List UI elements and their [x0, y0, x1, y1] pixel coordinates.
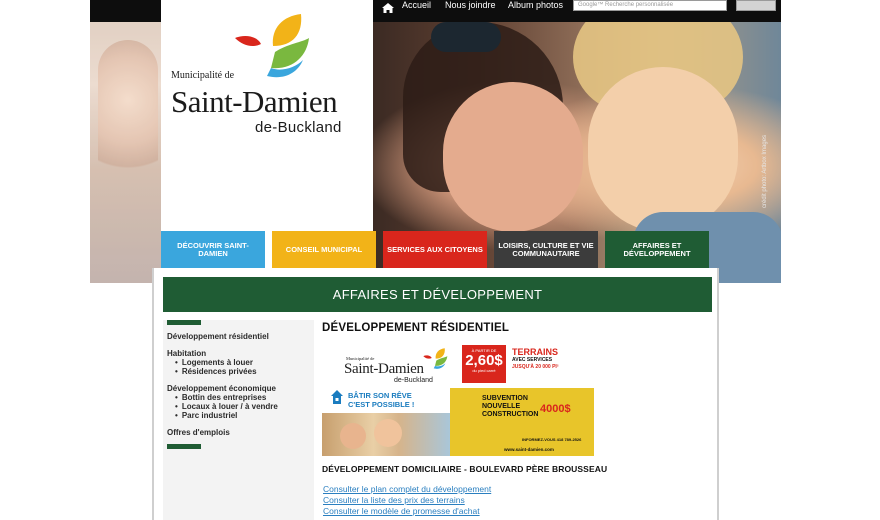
nav-tile-affaires[interactable]: AFFAIRES ET DÉVELOPPEMENT	[605, 231, 709, 268]
sidebar-item-bottin[interactable]: Bottin des entreprises	[175, 393, 266, 402]
sidebar-item-developpement-residentiel[interactable]: Développement résidentiel	[167, 332, 269, 341]
sidebar-item-offres-emplois[interactable]: Offres d'emplois	[167, 428, 230, 437]
house-icon	[331, 390, 343, 404]
sidebar: Développement résidentiel Habitation Log…	[163, 320, 314, 520]
promo-price-badge: À PARTIR DE 2,60$ du pied carré	[462, 345, 506, 383]
promo-subvention-label: SUBVENTION	[482, 395, 528, 402]
search-placeholder: Recherche personnalisée	[605, 2, 674, 8]
hero-left-photo	[90, 0, 161, 283]
home-icon[interactable]	[381, 2, 395, 14]
promo-subvention: SUBVENTION NOUVELLE CONSTRUCTION	[482, 395, 538, 419]
sidebar-bottom-rule	[167, 444, 201, 449]
main-nav: DÉCOUVRIR SAINT-DAMIEN CONSEIL MUNICIPAL…	[161, 231, 711, 268]
nav-link-nous-joindre[interactable]: Nous joindre	[445, 0, 496, 10]
search-button[interactable]	[736, 0, 776, 11]
promo-logo-subname: de-Buckland	[394, 377, 433, 384]
sidebar-group-habitation: Habitation	[167, 349, 207, 358]
top-bar-left	[90, 0, 161, 22]
section-banner: AFFAIRES ET DÉVELOPPEMENT	[163, 277, 712, 312]
promo-jusqua: JUSQU'À 20 000 PI²	[512, 364, 559, 370]
promo-family-photo	[322, 413, 450, 456]
section-subheading: DÉVELOPPEMENT DOMICILIAIRE - BOULEVARD P…	[322, 464, 608, 474]
promo-construction: CONSTRUCTION	[482, 411, 539, 418]
nav-tile-decouvrir[interactable]: DÉCOUVRIR SAINT-DAMIEN	[161, 231, 265, 268]
sidebar-top-rule	[167, 320, 201, 325]
link-promesse-achat[interactable]: Consulter le modèle de promesse d'achat	[323, 506, 480, 516]
logo-name: Saint-Damien	[171, 84, 338, 119]
promo-banner[interactable]: Municipalité de Saint-Damien de-Buckland…	[322, 343, 594, 456]
content-area: AFFAIRES ET DÉVELOPPEMENT Développement …	[152, 268, 719, 520]
photo-credit: crédit photo: Artbox Images	[762, 134, 768, 208]
promo-amount: 4000$	[540, 403, 571, 415]
promo-batir: BÂTIR SON RÊVE	[348, 391, 412, 400]
link-plan-developpement[interactable]: Consulter le plan complet du développeme…	[323, 484, 491, 494]
logo-municipality-label: Municipalité de	[171, 70, 235, 81]
promo-logo-name: Saint-Damien	[344, 361, 424, 377]
logo-leaf-icon	[235, 14, 309, 78]
promo-price-value: 2,60$	[465, 352, 503, 369]
main-content: DÉVELOPPEMENT RÉSIDENTIEL Municipalité d…	[322, 320, 717, 520]
promo-possible: C'EST POSSIBLE !	[348, 400, 415, 409]
link-liste-prix[interactable]: Consulter la liste des prix des terrains	[323, 495, 465, 505]
promo-url: www.saint-damien.com	[504, 447, 554, 452]
sidebar-group-developpement-economique: Développement économique	[167, 384, 276, 393]
nav-tile-conseil[interactable]: CONSEIL MUNICIPAL	[272, 231, 376, 268]
logo[interactable]: Municipalité de Saint-Damien de-Buckland	[161, 0, 373, 230]
nav-tile-services[interactable]: SERVICES AUX CITOYENS	[383, 231, 487, 268]
promo-info: INFORMEZ-VOUS 418 789-2526	[522, 437, 582, 442]
promo-tagline: BÂTIR SON RÊVE C'EST POSSIBLE !	[348, 391, 414, 409]
page-title: DÉVELOPPEMENT RÉSIDENTIEL	[322, 322, 510, 334]
promo-terrains: TERRAINS	[512, 347, 559, 357]
site-wrapper: Municipalité de Saint-Damien de-Buckland…	[90, 0, 781, 520]
sidebar-item-locaux[interactable]: Locaux à louer / à vendre	[175, 402, 278, 411]
promo-nouvelle: NOUVELLE	[482, 403, 521, 410]
nav-link-accueil[interactable]: Accueil	[402, 0, 431, 10]
nav-link-album-photos[interactable]: Album photos	[508, 0, 563, 10]
top-bar: Accueil Nous joindre Album photos Google…	[373, 0, 781, 22]
sidebar-item-logements[interactable]: Logements à louer	[175, 358, 253, 367]
search-brand: Google™	[578, 2, 604, 8]
promo-logo-leaf-icon	[423, 348, 448, 369]
sidebar-item-parc-industriel[interactable]: Parc industriel	[175, 411, 238, 420]
search-input[interactable]: Google™ Recherche personnalisée	[573, 0, 727, 11]
logo-subname: de-Buckland	[255, 119, 342, 136]
nav-tile-loisirs[interactable]: LOISIRS, CULTURE ET VIE COMMUNAUTAIRE	[494, 231, 598, 268]
sidebar-item-residences[interactable]: Résidences privées	[175, 367, 257, 376]
promo-services: AVEC SERVICES	[512, 357, 553, 363]
